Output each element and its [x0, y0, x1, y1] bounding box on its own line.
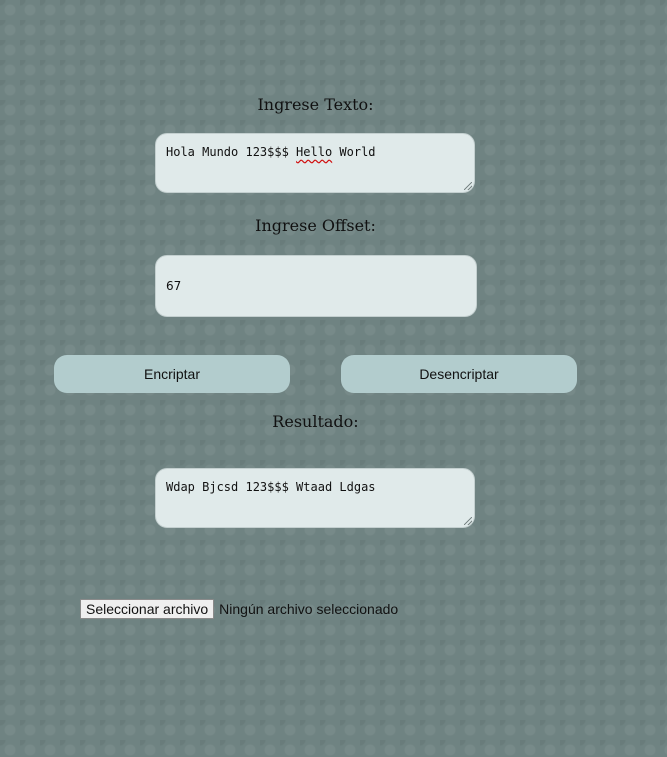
text-input-value-end: World: [332, 145, 376, 159]
offset-input[interactable]: 67: [155, 255, 477, 317]
text-input[interactable]: Hola Mundo 123$$$ Hello World: [155, 133, 475, 193]
offset-input-value: 67: [166, 279, 182, 293]
decrypt-button[interactable]: Desencriptar: [341, 355, 577, 393]
choose-file-button[interactable]: Seleccionar archivo: [80, 599, 215, 619]
resize-handle-icon[interactable]: [464, 517, 472, 525]
misspelled-word: Hello: [296, 145, 333, 159]
file-picker: Seleccionar archivo Ningún archivo selec…: [80, 599, 398, 619]
offset-label: Ingrese Offset:: [255, 216, 376, 235]
result-output[interactable]: Wdap Bjcsd 123$$$ Wtaad Ldgas: [155, 468, 475, 528]
file-status-text: Ningún archivo seleccionado: [219, 601, 399, 617]
result-output-value: Wdap Bjcsd 123$$$ Wtaad Ldgas: [166, 480, 376, 494]
resize-handle-icon[interactable]: [464, 182, 472, 190]
result-label: Resultado:: [272, 412, 359, 431]
encrypt-button[interactable]: Encriptar: [54, 355, 290, 393]
text-input-value-start: Hola Mundo 123$$$: [166, 145, 297, 159]
text-label: Ingrese Texto:: [257, 95, 374, 114]
